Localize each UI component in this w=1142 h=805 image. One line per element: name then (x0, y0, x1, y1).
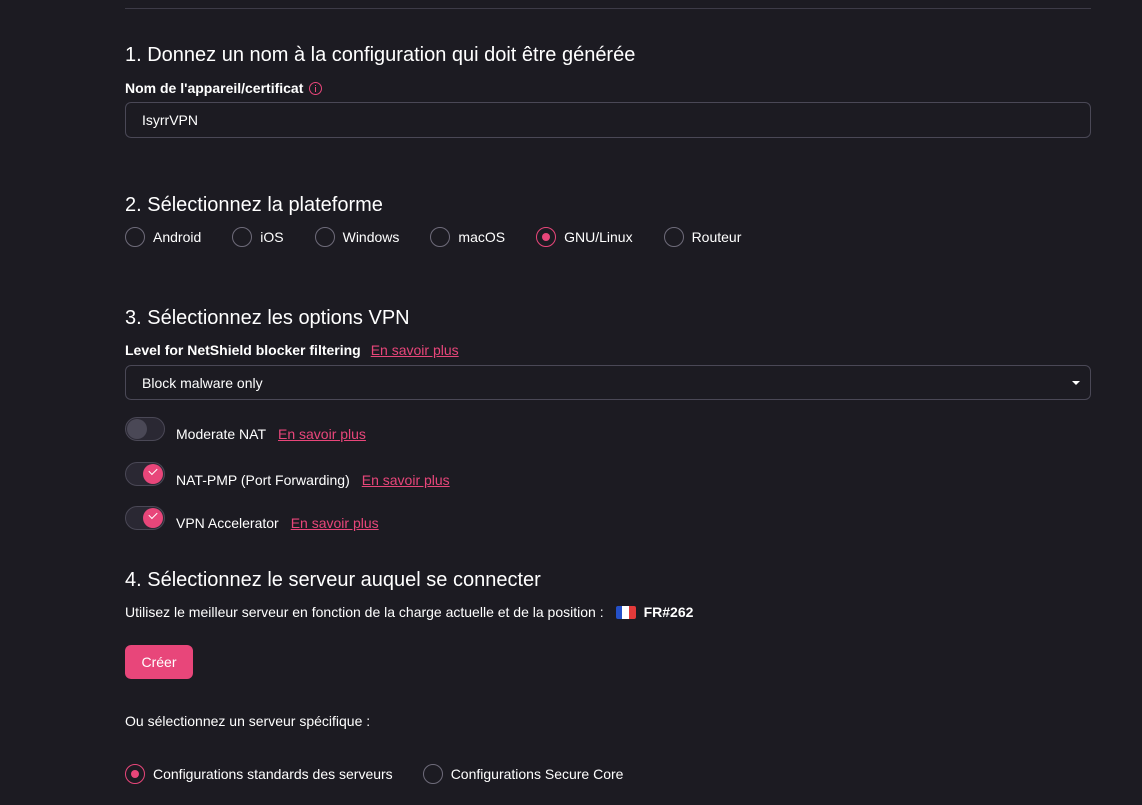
caret-down-icon (1072, 380, 1080, 385)
platform-option-ios[interactable]: iOS (232, 227, 284, 247)
platform-label-android: Android (153, 229, 202, 245)
nat-pmp-learn-more-link[interactable]: En savoir plus (362, 472, 450, 488)
best-server-code: FR#262 (643, 604, 694, 620)
toggle-row-vpn-accelerator: VPN Accelerator En savoir plus (125, 505, 379, 531)
specific-server-text: Ou sélectionnez un serveur spécifique : (125, 713, 371, 729)
check-icon (148, 509, 158, 520)
platform-label-macos: macOS (458, 229, 506, 245)
nat-pmp-label: NAT-PMP (Port Forwarding) (176, 472, 350, 488)
radio-windows[interactable] (314, 227, 335, 247)
device-name-label: Nom de l'appareil/certificat (125, 79, 323, 97)
radio-ios[interactable] (232, 227, 253, 247)
section-2-title: 2. Sélectionnez la plateforme (125, 194, 383, 216)
platform-option-routeur[interactable]: Routeur (663, 227, 742, 247)
radio-secure-core-config[interactable] (422, 764, 443, 784)
best-server-text: Utilisez le meilleur serveur en fonction… (125, 604, 604, 620)
radio-gnu-linux[interactable] (536, 227, 557, 247)
platform-label-ios: iOS (260, 229, 284, 245)
moderate-nat-toggle[interactable] (125, 417, 165, 441)
section-4-title: 4. Sélectionnez le serveur auquel se con… (125, 569, 541, 591)
section-1-title: 1. Donnez un nom à la configuration qui … (125, 44, 636, 66)
toggle-knob (143, 464, 163, 484)
netshield-label: Level for NetShield blocker filtering En… (125, 341, 459, 359)
config-label-standard: Configurations standards des serveurs (153, 766, 393, 782)
config-label-secure-core: Configurations Secure Core (450, 766, 624, 782)
radio-macos[interactable] (430, 227, 451, 247)
toggle-row-nat-pmp: NAT-PMP (Port Forwarding) En savoir plus (125, 460, 450, 488)
platform-label-gnu-linux: GNU/Linux (564, 229, 633, 245)
france-flag-icon (615, 605, 636, 619)
moderate-nat-label: Moderate NAT (176, 426, 266, 442)
netshield-label-text: Level for NetShield blocker filtering (125, 342, 361, 358)
config-option-standard[interactable]: Configurations standards des serveurs (125, 764, 393, 784)
vpn-config-page: 1. Donnez un nom à la configuration qui … (0, 0, 1142, 805)
netshield-learn-more-link[interactable]: En savoir plus (371, 341, 459, 359)
info-icon[interactable] (309, 81, 323, 95)
best-server-line: Utilisez le meilleur serveur en fonction… (125, 604, 693, 620)
toggle-knob (127, 419, 147, 439)
netshield-select[interactable]: Block malware only (125, 365, 1091, 400)
config-option-secure-core[interactable]: Configurations Secure Core (422, 764, 624, 784)
radio-standard-config[interactable] (125, 764, 145, 784)
platform-option-windows[interactable]: Windows (314, 227, 400, 247)
platform-label-windows: Windows (342, 229, 400, 245)
vpn-accelerator-toggle[interactable] (125, 506, 165, 530)
vpn-accelerator-label: VPN Accelerator (176, 515, 279, 531)
platform-label-routeur: Routeur (691, 229, 742, 245)
moderate-nat-learn-more-link[interactable]: En savoir plus (278, 426, 366, 442)
platform-option-macos[interactable]: macOS (430, 227, 505, 247)
server-config-radio-group: Configurations standards des serveurs Co… (125, 764, 623, 784)
toggle-knob (143, 508, 163, 528)
platform-option-android[interactable]: Android (125, 227, 201, 247)
section-3-title: 3. Sélectionnez les options VPN (125, 307, 410, 329)
netshield-select-value: Block malware only (142, 374, 263, 391)
toggle-row-moderate-nat: Moderate NAT En savoir plus (125, 416, 366, 442)
vpn-accelerator-learn-more-link[interactable]: En savoir plus (291, 515, 379, 531)
top-divider (125, 8, 1091, 9)
device-name-label-text: Nom de l'appareil/certificat (125, 80, 304, 96)
radio-routeur[interactable] (663, 227, 684, 247)
platform-radio-group: Android iOS Windows macOS GNU/Linux Rout… (125, 227, 741, 247)
create-button[interactable]: Créer (125, 645, 193, 679)
check-icon (148, 465, 158, 476)
nat-pmp-toggle[interactable] (125, 462, 165, 486)
device-name-input[interactable] (125, 102, 1091, 138)
radio-android[interactable] (125, 227, 145, 247)
platform-option-gnu-linux[interactable]: GNU/Linux (536, 227, 633, 247)
